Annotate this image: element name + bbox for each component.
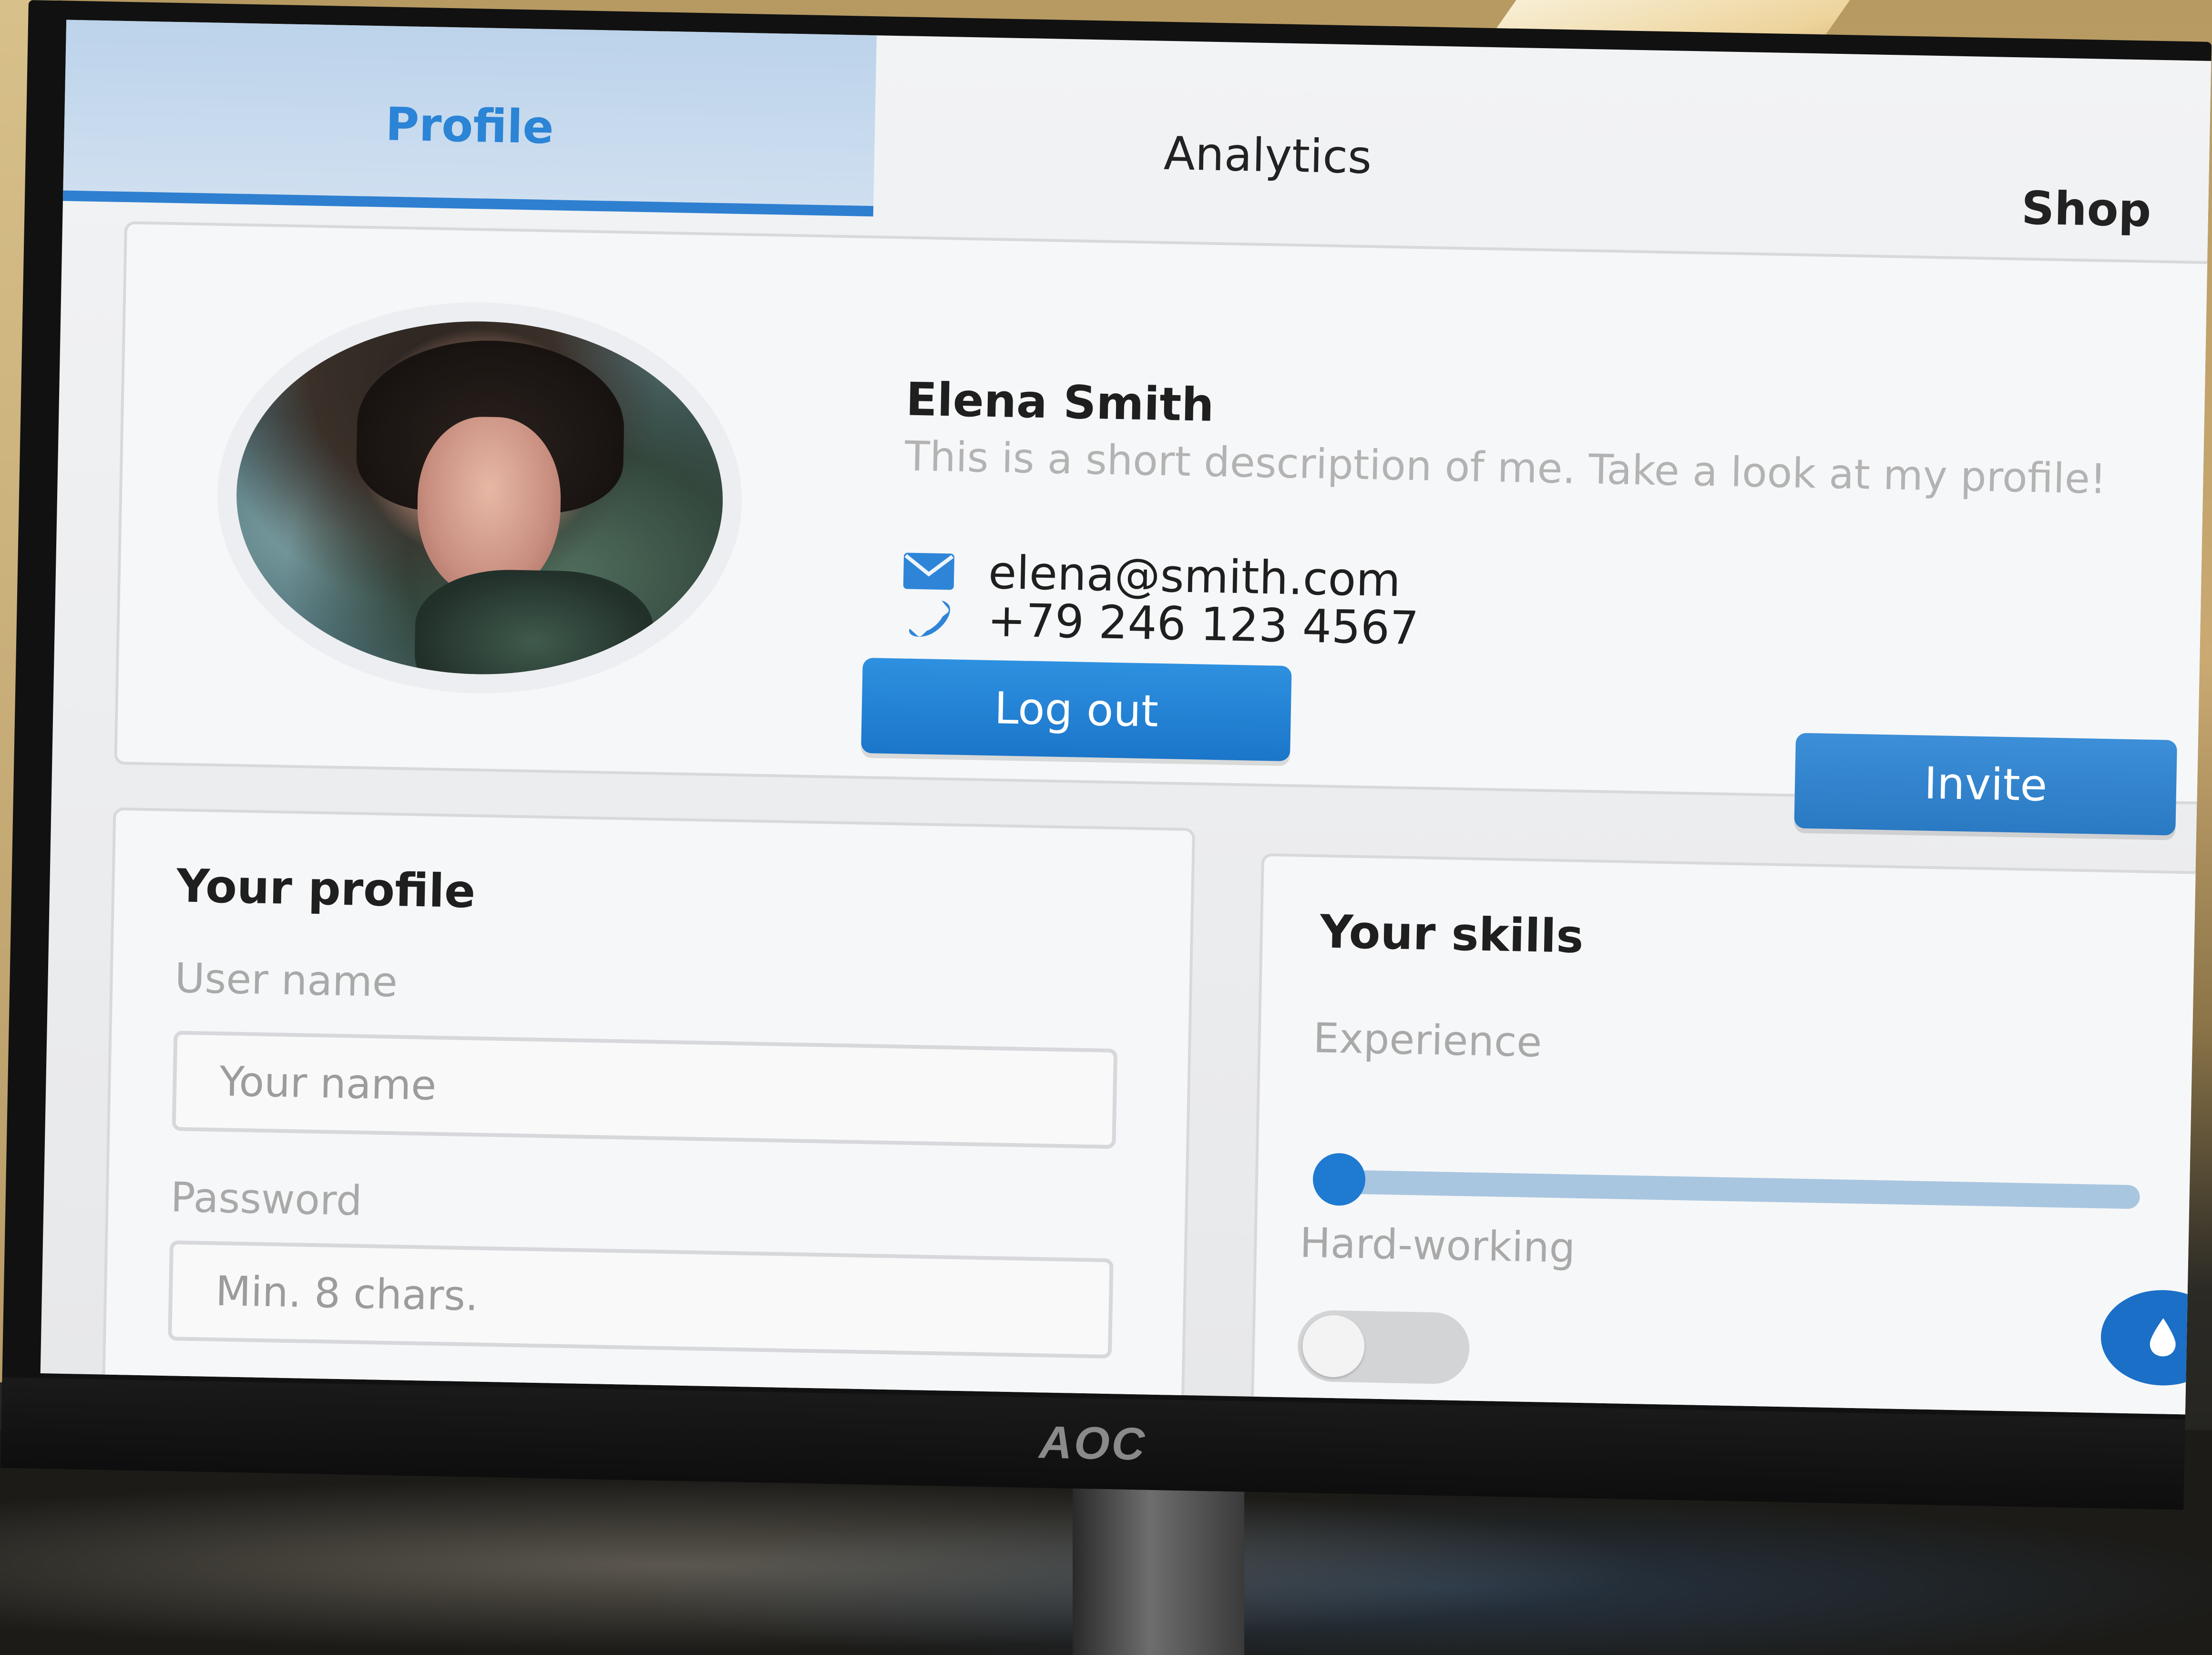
hardworking-label: Hard-working	[1299, 1219, 1576, 1272]
avatar-fur	[413, 568, 655, 698]
tab-shop[interactable]: Shop	[1659, 51, 2211, 242]
experience-label: Experience	[1312, 1014, 1543, 1067]
app-screen: Profile Analytics Shop Elena Smith This …	[40, 20, 2212, 1415]
hardworking-toggle[interactable]	[1297, 1309, 1470, 1385]
monitor-brand-logo: AOC	[1038, 1417, 1147, 1470]
profile-phone-row: +79 246 123 4567	[901, 592, 1419, 655]
envelope-icon	[902, 549, 955, 593]
tab-bar: Profile Analytics Shop	[62, 20, 2211, 242]
monitor: Profile Analytics Shop Elena Smith This …	[0, 0, 2212, 1510]
avatar	[214, 297, 746, 698]
logout-button[interactable]: Log out	[860, 657, 1292, 762]
experience-slider-thumb[interactable]	[1312, 1153, 1366, 1206]
profile-form-title: Your profile	[176, 859, 476, 919]
phone-icon	[901, 597, 955, 641]
profile-name: Elena Smith	[905, 372, 1215, 432]
username-label: User name	[174, 954, 398, 1007]
profile-card: Elena Smith This is a short description …	[114, 221, 2212, 836]
profile-phone[interactable]: +79 246 123 4567	[987, 593, 1419, 655]
tab-analytics[interactable]: Analytics	[873, 35, 1663, 232]
profile-form-card: Your profile User name Password	[101, 807, 1196, 1415]
tab-profile[interactable]: Profile	[62, 20, 877, 217]
experience-slider[interactable]	[1301, 1153, 2150, 1221]
hardworking-toggle-knob[interactable]	[1302, 1314, 1365, 1378]
password-label: Password	[170, 1174, 363, 1225]
droplet-icon	[2146, 1315, 2180, 1360]
profile-description: This is a short description of me. Take …	[904, 432, 2107, 503]
experience-slider-track[interactable]	[1320, 1169, 2140, 1209]
password-input[interactable]	[168, 1240, 1114, 1359]
username-input[interactable]	[172, 1031, 1118, 1149]
invite-button[interactable]: Invite	[1794, 733, 2178, 836]
skills-card: Your skills Experience Hard-working	[1249, 853, 2212, 1415]
skills-title: Your skills	[1319, 905, 1584, 963]
